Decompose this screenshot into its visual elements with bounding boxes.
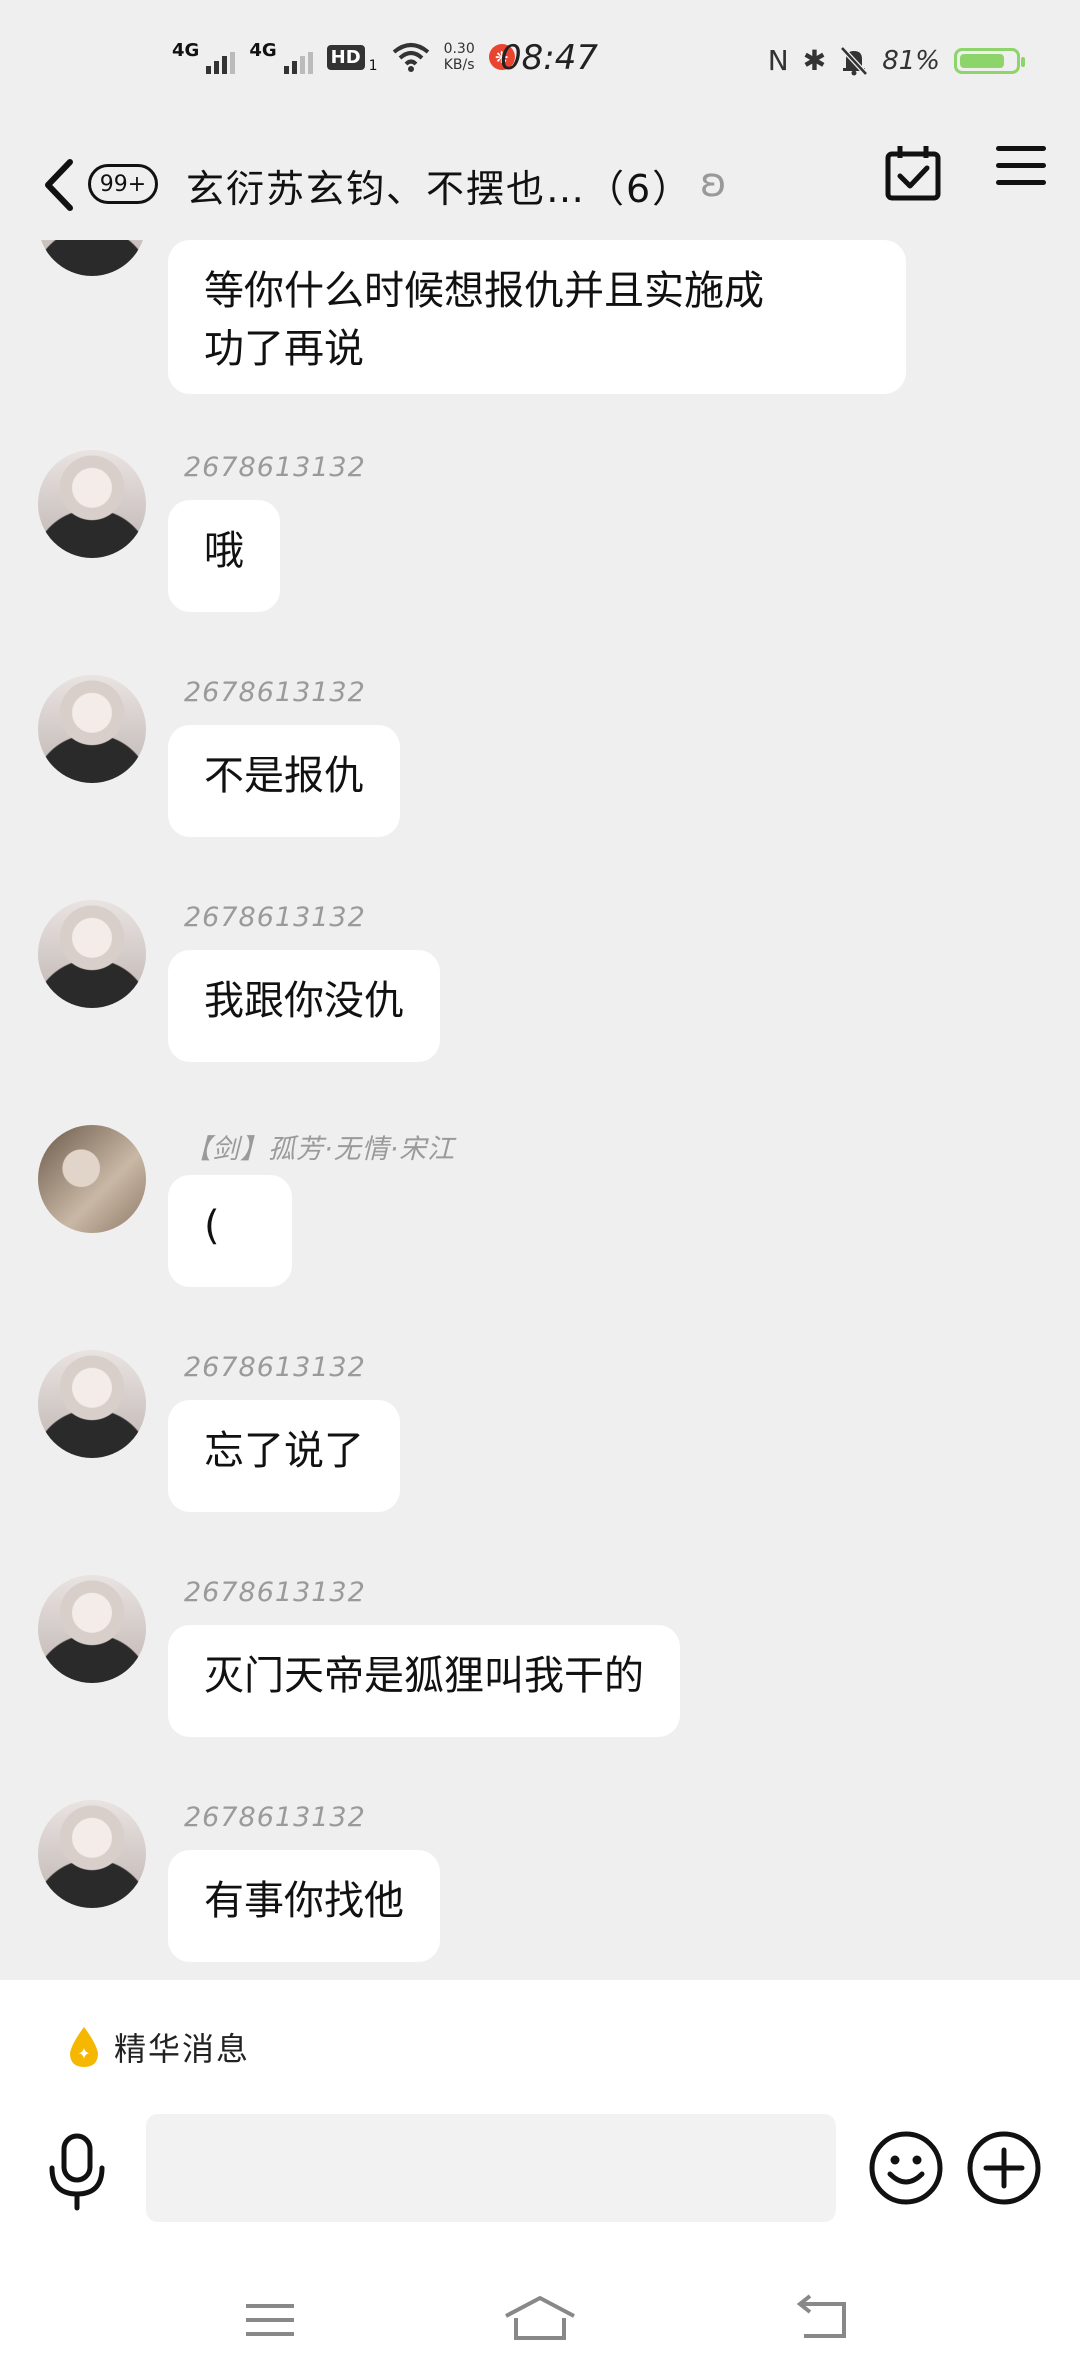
hd-sim-index: 1 bbox=[368, 58, 378, 74]
avatar[interactable] bbox=[38, 675, 146, 783]
wifi-icon bbox=[392, 43, 429, 72]
hd-voice-icon: HD bbox=[326, 44, 365, 70]
sender-name[interactable]: 2678613132 bbox=[184, 1802, 366, 1833]
avatar[interactable] bbox=[38, 240, 146, 276]
signal-2-icon: 4G bbox=[249, 40, 313, 74]
unread-count-badge[interactable]: 99+ bbox=[88, 164, 158, 204]
battery-fill bbox=[960, 53, 1004, 68]
clock: 08:47 bbox=[500, 38, 598, 78]
message-list[interactable]: 等你什么时候想报仇并且实施成 功了再说 2678613132 哦 2678613… bbox=[0, 240, 1080, 1980]
mute-bell-icon bbox=[840, 45, 869, 76]
sender-name[interactable]: 2678613132 bbox=[184, 1352, 366, 1383]
network-type-1: 4G bbox=[172, 40, 200, 61]
chat-title[interactable]: 玄衍苏玄钧、不摆也…（6） bbox=[186, 158, 692, 213]
status-left-icons: 4G 4G HD 1 0.30 KB/s ❋ bbox=[172, 40, 515, 74]
avatar[interactable] bbox=[38, 900, 146, 1008]
status-right-icons: N ✱ 81% bbox=[767, 44, 1025, 77]
message-bubble[interactable]: 哦 bbox=[168, 500, 280, 612]
signal-1-icon: 4G bbox=[172, 40, 236, 74]
message-input[interactable] bbox=[146, 2114, 836, 2222]
sender-name[interactable]: 2678613132 bbox=[184, 677, 366, 708]
sender-name[interactable]: 2678613132 bbox=[184, 902, 366, 933]
essence-label: 精华消息 bbox=[114, 2030, 251, 2068]
network-type-2: 4G bbox=[249, 40, 277, 61]
sender-name[interactable]: 2678613132 bbox=[184, 1577, 366, 1608]
message-bubble[interactable]: 等你什么时候想报仇并且实施成 功了再说 bbox=[168, 240, 906, 394]
status-bar: 4G 4G HD 1 0.30 KB/s ❋ 08:47 N ✱ 81% bbox=[0, 0, 1080, 130]
message-bubble[interactable]: ( bbox=[168, 1175, 292, 1287]
earpiece-mode-icon: ʚ bbox=[700, 160, 727, 206]
message-bubble[interactable]: 灭门天帝是狐狸叫我干的 bbox=[168, 1625, 680, 1737]
back-nav-icon[interactable] bbox=[782, 2280, 862, 2360]
nfc-icon: N bbox=[767, 44, 789, 77]
calendar-check-icon[interactable] bbox=[884, 144, 942, 202]
battery-icon bbox=[954, 47, 1025, 74]
home-icon[interactable] bbox=[500, 2280, 580, 2360]
avatar[interactable] bbox=[38, 450, 146, 558]
message-bubble[interactable]: 有事你找他 bbox=[168, 1850, 440, 1962]
essence-messages-entry[interactable]: ✦ 精华消息 bbox=[66, 2024, 250, 2070]
essence-star-glyph: ✦ bbox=[77, 2044, 90, 2063]
avatar[interactable] bbox=[38, 1125, 146, 1233]
net-speed-value: 0.30 bbox=[443, 41, 475, 57]
input-panel: ✦ 精华消息 bbox=[0, 1980, 1080, 2376]
message-bubble[interactable]: 我跟你没仇 bbox=[168, 950, 440, 1062]
message-bubble[interactable]: 忘了说了 bbox=[168, 1400, 400, 1512]
sender-name[interactable]: 2678613132 bbox=[184, 452, 366, 483]
avatar[interactable] bbox=[38, 1350, 146, 1458]
chat-header: 99+ 玄衍苏玄钧、不摆也…（6） ʚ bbox=[0, 130, 1080, 240]
avatar[interactable] bbox=[38, 1575, 146, 1683]
emoji-icon[interactable] bbox=[868, 2130, 944, 2206]
sender-name[interactable]: 【剑】孤芳·无情·宋江 bbox=[184, 1127, 455, 1166]
battery-percent: 81% bbox=[882, 45, 940, 76]
plus-icon[interactable] bbox=[966, 2130, 1042, 2206]
avatar[interactable] bbox=[38, 1800, 146, 1908]
net-speed: 0.30 KB/s bbox=[444, 41, 475, 73]
net-speed-unit: KB/s bbox=[443, 57, 475, 73]
recent-apps-icon[interactable] bbox=[230, 2280, 310, 2360]
microphone-icon[interactable] bbox=[42, 2132, 112, 2212]
message-bubble[interactable]: 不是报仇 bbox=[168, 725, 400, 837]
bluetooth-icon: ✱ bbox=[802, 44, 827, 77]
system-nav-bar bbox=[0, 2280, 1080, 2370]
essence-drop-icon: ✦ bbox=[70, 2027, 98, 2067]
back-arrow-icon[interactable] bbox=[40, 150, 80, 220]
menu-icon[interactable] bbox=[996, 146, 1046, 190]
